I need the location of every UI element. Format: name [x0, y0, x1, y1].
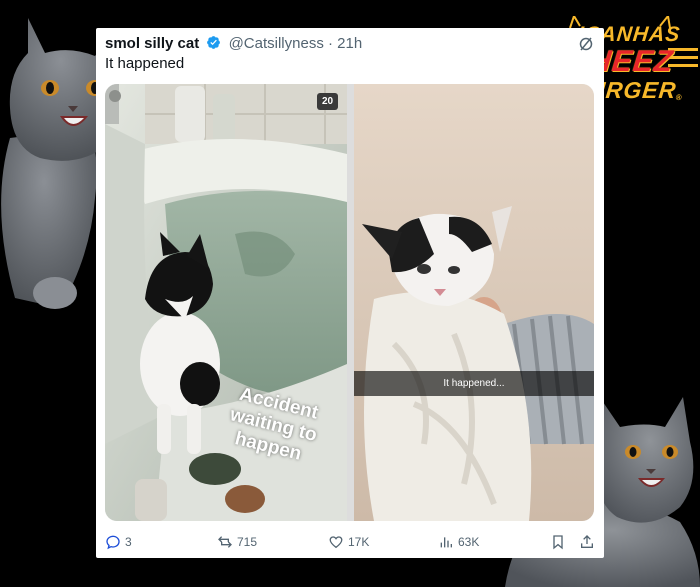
share-icon [581, 535, 593, 548]
display-name[interactable]: smol silly cat [105, 35, 199, 52]
like-count: 17K [348, 535, 370, 549]
reply-count: 3 [125, 535, 132, 549]
image-count-badge: 20 [317, 93, 338, 110]
tweet-action-bar: 3 715 17K 63K [105, 534, 594, 550]
header-separator: · [328, 35, 333, 52]
tweet-text: It happened [105, 55, 185, 72]
views-chart-icon [440, 537, 452, 548]
bookmark-button[interactable] [550, 534, 566, 550]
photo-kitten-in-towel[interactable]: It happened... [354, 84, 594, 521]
grok-icon[interactable] [578, 36, 594, 52]
repost-button[interactable]: 715 [217, 534, 257, 550]
like-button[interactable]: 17K [328, 534, 369, 550]
reply-icon [106, 535, 120, 550]
heart-icon [329, 536, 343, 549]
share-button[interactable] [579, 534, 595, 550]
timestamp[interactable]: 21h [337, 35, 362, 52]
tweet-card: smol silly cat @Catsillyness · 21h It ha… [96, 28, 604, 558]
tweet-header: smol silly cat @Catsillyness · 21h [105, 35, 594, 55]
view-count: 63K [458, 535, 480, 549]
verified-badge-icon [206, 35, 221, 50]
reply-button[interactable]: 3 [105, 534, 132, 550]
retweet-icon [218, 536, 232, 548]
views-button[interactable]: 63K [438, 534, 479, 550]
photo-kitten-at-bathtub[interactable]: 20 Accident waiting to happen [105, 84, 347, 521]
tweet-media[interactable]: 20 Accident waiting to happen It happene… [105, 84, 594, 521]
repost-count: 715 [237, 535, 258, 549]
bookmark-icon [553, 535, 563, 550]
user-handle[interactable]: @Catsillyness [229, 35, 324, 52]
right-photo-caption: It happened... [354, 371, 594, 396]
